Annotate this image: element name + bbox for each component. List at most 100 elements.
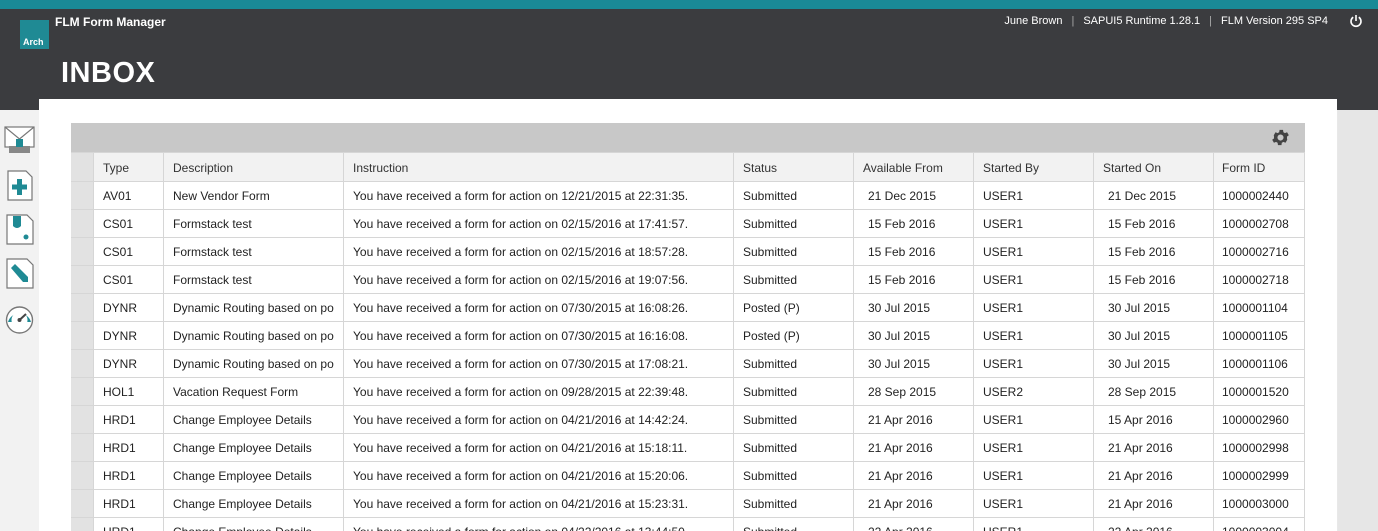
cell-form-id: 1000001520: [1214, 378, 1305, 405]
column-header-type[interactable]: Type: [94, 153, 164, 181]
row-selector[interactable]: [71, 322, 94, 349]
table-row[interactable]: HRD1Change Employee DetailsYou have rece…: [71, 490, 1305, 518]
row-selector[interactable]: [71, 462, 94, 489]
cell-instruction: You have received a form for action on 0…: [344, 406, 734, 433]
cell-available-from: 30 Jul 2015: [854, 294, 974, 321]
cell-instruction: You have received a form for action on 0…: [344, 378, 734, 405]
row-selector[interactable]: [71, 182, 94, 209]
cell-available-from: 21 Apr 2016: [854, 434, 974, 461]
gear-icon[interactable]: [1270, 127, 1291, 148]
table-row[interactable]: HRD1Change Employee DetailsYou have rece…: [71, 518, 1305, 531]
row-selector[interactable]: [71, 294, 94, 321]
page-title: INBOX: [61, 57, 156, 89]
cell-description: Change Employee Details: [164, 490, 344, 517]
cell-started-on: 28 Sep 2015: [1094, 378, 1214, 405]
cell-status: Submitted: [734, 434, 854, 461]
table-row[interactable]: DYNR Dynamic Routing based on po You have …: [71, 294, 1305, 322]
cell-started-by: USER1: [974, 406, 1094, 433]
row-selector[interactable]: [71, 350, 94, 377]
table-row[interactable]: CS01 Formstack test You have received a fo…: [71, 238, 1305, 266]
cell-instruction: You have received a form for action on 0…: [344, 294, 734, 321]
column-header-started-by[interactable]: Started By: [974, 153, 1094, 181]
row-selector[interactable]: [71, 406, 94, 433]
cell-status: Submitted: [734, 266, 854, 293]
cell-description: Change Employee Details: [164, 462, 344, 489]
table-row[interactable]: HRD1Change Employee DetailsYou have rece…: [71, 434, 1305, 462]
row-selector[interactable]: [71, 238, 94, 265]
cell-form-id: 1000002716: [1214, 238, 1305, 265]
cell-available-from: 15 Feb 2016: [854, 238, 974, 265]
cell-available-from: 21 Apr 2016: [854, 406, 974, 433]
cell-available-from: 30 Jul 2015: [854, 322, 974, 349]
cell-started-on: 15 Feb 2016: [1094, 238, 1214, 265]
cell-available-from: 28 Sep 2015: [854, 378, 974, 405]
cell-started-by: USER1: [974, 518, 1094, 531]
cell-started-on: 15 Apr 2016: [1094, 406, 1214, 433]
right-panel: [1338, 110, 1378, 531]
table-row[interactable]: HOL1 Vacation Request Form You have receiv…: [71, 378, 1305, 406]
cell-instruction: You have received a form for action on 0…: [344, 322, 734, 349]
cell-status: Submitted: [734, 518, 854, 531]
cell-description: New Vendor Form: [164, 182, 344, 209]
table-row[interactable]: HRD1Change Employee DetailsYou have rece…: [71, 406, 1305, 434]
table-row[interactable]: CS01 Formstack test You have received a fo…: [71, 210, 1305, 238]
row-selector[interactable]: [71, 210, 94, 237]
cell-description: Dynamic Routing based on po: [164, 322, 344, 349]
cell-description: Formstack test: [164, 266, 344, 293]
power-icon[interactable]: [1349, 14, 1363, 28]
user-name[interactable]: June Brown: [1004, 15, 1062, 27]
cell-type: HRD1: [94, 518, 164, 531]
cell-form-id: 1000002960: [1214, 406, 1305, 433]
app-header: Arch FLM Form Manager June Brown | SAPUI…: [0, 9, 1378, 110]
separator: |: [1071, 15, 1075, 27]
user-info: June Brown | SAPUI5 Runtime 1.28.1 | FLM…: [1004, 15, 1328, 27]
table-row[interactable]: CS01 Formstack test You have received a fo…: [71, 266, 1305, 294]
runtime-version: SAPUI5 Runtime 1.28.1: [1083, 15, 1201, 27]
row-selector[interactable]: [71, 266, 94, 293]
row-selector[interactable]: [71, 378, 94, 405]
row-selector[interactable]: [71, 434, 94, 461]
cell-instruction: You have received a form for action on 0…: [344, 462, 734, 489]
new-form-icon[interactable]: [4, 170, 35, 201]
column-header-form-id[interactable]: Form ID: [1214, 153, 1305, 181]
forms-icon[interactable]: [4, 214, 35, 245]
cell-description: Formstack test: [164, 210, 344, 237]
cell-started-on: 21 Dec 2015: [1094, 182, 1214, 209]
cell-type: CS01: [94, 266, 164, 293]
column-header-available-from[interactable]: Available From: [854, 153, 974, 181]
inbox-icon[interactable]: [4, 124, 35, 155]
separator: |: [1209, 15, 1212, 27]
cell-status: Submitted: [734, 182, 854, 209]
table-row[interactable]: DYNR Dynamic Routing based on po You have …: [71, 322, 1305, 350]
cell-status: Submitted: [734, 210, 854, 237]
cell-started-on: 30 Jul 2015: [1094, 322, 1214, 349]
column-header-description[interactable]: Description: [164, 153, 344, 181]
table-row[interactable]: HRD1Change Employee DetailsYou have rece…: [71, 462, 1305, 490]
cell-form-id: 1000002998: [1214, 434, 1305, 461]
table-row[interactable]: DYNR Dynamic Routing based on po You have …: [71, 350, 1305, 378]
cell-started-by: USER1: [974, 210, 1094, 237]
cell-available-from: 21 Apr 2016: [854, 462, 974, 489]
row-selector[interactable]: [71, 518, 94, 531]
cell-started-on: 22 Apr 2016: [1094, 518, 1214, 531]
cell-type: DYNR: [94, 322, 164, 349]
cell-instruction: You have received a form for action on 1…: [344, 182, 734, 209]
cell-description: Change Employee Details: [164, 406, 344, 433]
cell-started-by: USER2: [974, 378, 1094, 405]
row-selector[interactable]: [71, 490, 94, 517]
cell-description: Dynamic Routing based on po: [164, 294, 344, 321]
cell-status: Posted (P): [734, 294, 854, 321]
column-header-started-on[interactable]: Started On: [1094, 153, 1214, 181]
cell-form-id: 1000002708: [1214, 210, 1305, 237]
edit-icon[interactable]: [4, 258, 35, 289]
dashboard-icon[interactable]: [4, 303, 35, 334]
cell-form-id: 1000003000: [1214, 490, 1305, 517]
table-row[interactable]: AV01 New Vendor Form You have received a f…: [71, 182, 1305, 210]
select-all-cell[interactable]: [71, 153, 94, 181]
cell-started-by: USER1: [974, 322, 1094, 349]
cell-available-from: 15 Feb 2016: [854, 266, 974, 293]
column-header-status[interactable]: Status: [734, 153, 854, 181]
cell-status: Posted (P): [734, 322, 854, 349]
cell-type: CS01: [94, 210, 164, 237]
column-header-instruction[interactable]: Instruction: [344, 153, 734, 181]
